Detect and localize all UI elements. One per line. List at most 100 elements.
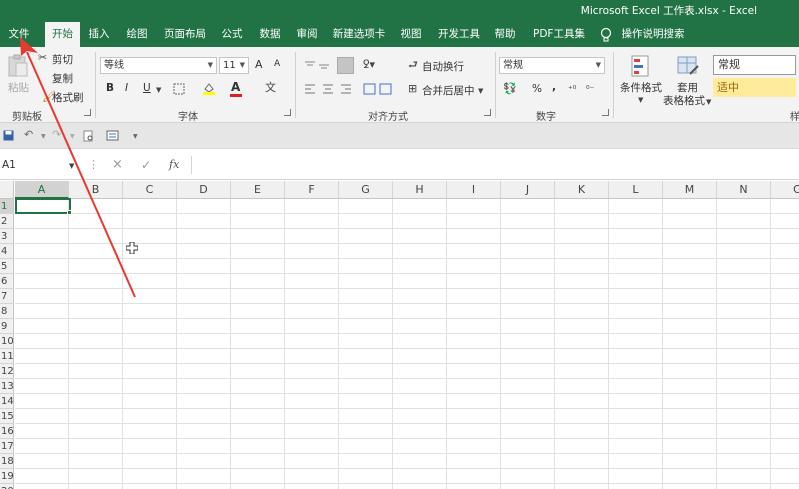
column-header-i[interactable]: I	[447, 181, 501, 199]
format-as-table-line2[interactable]: 表格格式	[663, 93, 705, 108]
tab-6[interactable]: 数据	[255, 22, 285, 47]
style-normal[interactable]: 常规	[713, 55, 796, 75]
column-header-c[interactable]: C	[123, 181, 177, 199]
row-header-15[interactable]: 15	[0, 409, 14, 424]
phonetic-icon[interactable]: 文	[265, 81, 276, 95]
print-preview-icon[interactable]	[83, 130, 94, 142]
tab-9[interactable]: 视图	[396, 22, 426, 47]
column-header-m[interactable]: M	[663, 181, 717, 199]
save-icon[interactable]	[3, 130, 14, 141]
column-header-e[interactable]: E	[231, 181, 285, 199]
row-header-17[interactable]: 17	[0, 439, 14, 454]
row-header-1[interactable]: 1	[0, 199, 14, 214]
column-header-j[interactable]: J	[501, 181, 555, 199]
column-header-n[interactable]: N	[717, 181, 771, 199]
select-all-corner[interactable]	[0, 181, 14, 199]
shrink-font-button[interactable]: A	[274, 59, 280, 69]
row-header-7[interactable]: 7	[0, 289, 14, 304]
number-launcher-icon[interactable]	[602, 109, 609, 116]
wrap-text-button[interactable]: 自动换行	[422, 59, 464, 74]
comma-button[interactable]: ,	[552, 81, 556, 93]
fill-color-icon[interactable]	[202, 81, 216, 95]
row-header-6[interactable]: 6	[0, 274, 14, 289]
fill-handle[interactable]	[67, 210, 72, 215]
tab-8[interactable]: 新建选项卡	[330, 22, 388, 47]
column-header-k[interactable]: K	[555, 181, 609, 199]
enter-icon[interactable]: ✓	[141, 158, 151, 172]
copy-button[interactable]: 复制	[52, 71, 73, 86]
tab-11[interactable]: 帮助	[490, 22, 520, 47]
italic-button[interactable]: I	[125, 82, 128, 94]
border-icon[interactable]	[173, 83, 185, 95]
row-header-14[interactable]: 14	[0, 394, 14, 409]
merge-center-button[interactable]: 合并后居中	[422, 83, 475, 98]
row-header-4[interactable]: 4	[0, 244, 14, 259]
row-header-10[interactable]: 10	[0, 334, 14, 349]
font-launcher-icon[interactable]	[284, 109, 291, 116]
row-header-18[interactable]: 18	[0, 454, 14, 469]
redo-icon[interactable]: ↷	[52, 128, 61, 142]
indent-icons[interactable]	[363, 83, 393, 95]
customize-qat-icon[interactable]: ▼	[133, 130, 138, 144]
row-header-19[interactable]: 19	[0, 469, 14, 484]
cancel-icon[interactable]: ×	[112, 158, 123, 172]
column-header-a[interactable]: A	[15, 181, 69, 199]
row-header-2[interactable]: 2	[0, 214, 14, 229]
alignment-launcher-icon[interactable]	[484, 109, 491, 116]
font-color-button[interactable]: A	[231, 80, 240, 94]
chevron-down-icon[interactable]: ▼	[69, 159, 74, 173]
undo-dropdown-icon[interactable]: ▼	[41, 130, 46, 144]
tab-10[interactable]: 开发工具	[435, 22, 483, 47]
row-header-8[interactable]: 8	[0, 304, 14, 319]
tab-4[interactable]: 页面布局	[160, 22, 210, 47]
horizontal-align-icons[interactable]	[303, 83, 357, 95]
style-neutral[interactable]: 适中	[713, 78, 796, 97]
orientation-icon[interactable]: ꝿ▾	[363, 58, 375, 72]
decrease-decimal-icon[interactable]: ⁰⁻	[586, 83, 594, 97]
increase-decimal-icon[interactable]: ⁺⁰	[568, 83, 576, 97]
column-header-h[interactable]: H	[393, 181, 447, 199]
format-as-table-icon[interactable]	[676, 54, 700, 78]
row-header-13[interactable]: 13	[0, 379, 14, 394]
name-box[interactable]: A1	[0, 157, 78, 174]
column-header-f[interactable]: F	[285, 181, 339, 199]
bold-button[interactable]: B	[106, 82, 114, 94]
font-name-field[interactable]: 等线 ▼	[100, 57, 217, 74]
tab-1[interactable]: 开始	[45, 22, 80, 47]
row-header-3[interactable]: 3	[0, 229, 14, 244]
number-format-field[interactable]: 常规 ▼	[499, 57, 605, 74]
undo-icon[interactable]: ↶	[24, 128, 33, 142]
currency-icon[interactable]: 💱	[503, 82, 517, 96]
tell-me-search[interactable]: 操作说明搜索	[621, 22, 685, 47]
tab-3[interactable]: 绘图	[122, 22, 152, 47]
row-header-16[interactable]: 16	[0, 424, 14, 439]
row-header-20[interactable]: 20	[0, 484, 14, 489]
worksheet-grid[interactable]: ABCDEFGHIJKLMNO 1 2 3 4 5 6 7 8 9 10 11 12 13 14 15 16 1…	[0, 181, 799, 489]
form-icon[interactable]	[106, 130, 119, 141]
font-size-field[interactable]: 11 ▼	[219, 57, 249, 74]
clipboard-launcher-icon[interactable]	[84, 109, 91, 116]
active-cell[interactable]	[15, 198, 71, 214]
cut-button[interactable]: 剪切	[52, 52, 73, 67]
tab-7[interactable]: 审阅	[292, 22, 322, 47]
row-header-11[interactable]: 11	[0, 349, 14, 364]
column-header-g[interactable]: G	[339, 181, 393, 199]
row-header-9[interactable]: 9	[0, 319, 14, 334]
insert-function-icon[interactable]: fx	[169, 158, 179, 172]
row-header-12[interactable]: 12	[0, 364, 14, 379]
paste-icon[interactable]	[6, 54, 30, 78]
percent-button[interactable]: %	[532, 83, 542, 95]
tab-0[interactable]: 文件	[4, 22, 34, 47]
column-header-o[interactable]: O	[771, 181, 799, 199]
grow-font-button[interactable]: A	[255, 58, 263, 71]
tab-2[interactable]: 插入	[84, 22, 114, 47]
paste-button[interactable]: 粘贴	[8, 80, 29, 95]
column-header-l[interactable]: L	[609, 181, 663, 199]
align-bottom-button[interactable]	[337, 57, 354, 74]
redo-dropdown-icon[interactable]: ▼	[70, 130, 75, 144]
tab-12[interactable]: PDF工具集	[530, 22, 588, 47]
conditional-format-icon[interactable]	[630, 54, 652, 78]
format-painter-button[interactable]: 格式刷	[52, 90, 84, 105]
column-header-b[interactable]: B	[69, 181, 123, 199]
column-header-d[interactable]: D	[177, 181, 231, 199]
